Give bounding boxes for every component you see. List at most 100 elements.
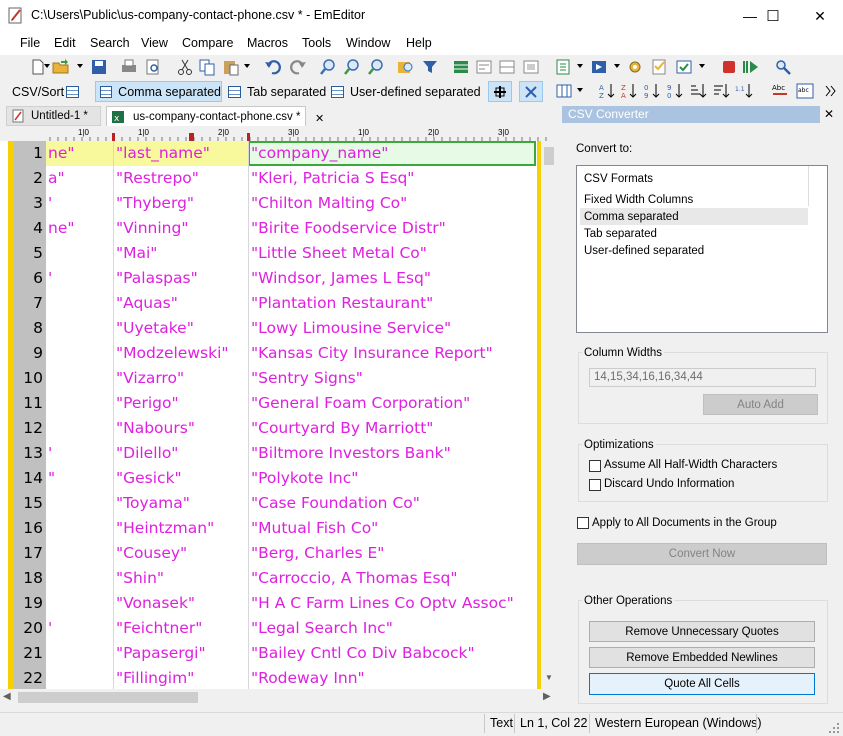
find-in-files-icon[interactable] <box>397 58 415 76</box>
apply-all-checkbox[interactable] <box>577 517 589 529</box>
csv-grid-icon[interactable] <box>452 58 470 76</box>
cell-company-name[interactable]: "Rodeway Inn" <box>251 669 365 687</box>
cut-icon[interactable] <box>176 58 194 76</box>
horizontal-scroll-thumb[interactable] <box>18 692 198 703</box>
user-defined-separated-button[interactable]: User-defined separated <box>331 81 481 102</box>
cell-last-name[interactable]: "Restrepo" <box>116 169 199 187</box>
copy-icon[interactable] <box>198 58 216 76</box>
cell-company-name[interactable]: "Birite Foodservice Distr" <box>251 219 446 237</box>
cell-last-name[interactable]: "Fillingim" <box>116 669 194 687</box>
menu-file[interactable]: File <box>20 36 40 50</box>
cell-last-name[interactable]: "Aquas" <box>116 294 178 312</box>
find-icon[interactable] <box>319 58 337 76</box>
checkbox-options-icon[interactable] <box>675 58 693 76</box>
sort-ip-icon[interactable]: 1.1 <box>735 82 753 100</box>
cell-first-name[interactable]: ' <box>48 194 52 212</box>
undo-icon[interactable] <box>264 58 282 76</box>
cell-company-name[interactable]: "Berg, Charles E" <box>251 544 384 562</box>
cell-last-name[interactable]: "Gesick" <box>116 469 182 487</box>
macros-icon[interactable] <box>590 58 608 76</box>
cell-first-name[interactable]: a" <box>48 169 65 187</box>
cell-first-name[interactable]: " <box>48 469 55 487</box>
tab-untitled-1[interactable]: Untitled-1 * <box>6 106 101 126</box>
column-widths-input[interactable]: 14,15,34,16,16,34,44 <box>589 368 816 387</box>
cell-company-name[interactable]: "Chilton Malting Co" <box>251 194 407 212</box>
convert-now-button[interactable]: Convert Now <box>577 543 827 565</box>
menu-window[interactable]: Window <box>346 36 390 50</box>
open-dropdown-icon[interactable] <box>77 64 83 68</box>
cell-company-name[interactable]: "Carroccio, A Thomas Esq" <box>251 569 458 587</box>
plugins-icon[interactable] <box>554 58 572 76</box>
menu-view[interactable]: View <box>141 36 168 50</box>
format-item[interactable]: User-defined separated <box>584 245 704 257</box>
cell-last-name[interactable]: "Toyama" <box>116 494 190 512</box>
cell-last-name[interactable]: "Thyberg" <box>116 194 194 212</box>
panel-close-icon[interactable]: ✕ <box>824 107 834 121</box>
scroll-right-icon[interactable]: ▶ <box>543 691 551 702</box>
sort-numeric-ascending-icon[interactable]: 09 <box>643 82 661 100</box>
auto-add-button[interactable]: Auto Add <box>703 394 818 415</box>
cell-last-name[interactable]: "Feichtner" <box>116 619 202 637</box>
print-preview-icon[interactable] <box>144 58 162 76</box>
assume-half-width-checkbox[interactable] <box>589 460 601 472</box>
comma-separated-button[interactable]: Comma separated <box>95 81 222 102</box>
cell-first-name[interactable]: ' <box>48 619 52 637</box>
sort-length-ascending-icon[interactable] <box>689 82 707 100</box>
cell-last-name[interactable]: "Cousey" <box>116 544 187 562</box>
properties-icon[interactable] <box>650 58 668 76</box>
macros-dropdown-icon[interactable] <box>614 64 620 68</box>
cell-first-name[interactable]: ' <box>48 269 52 287</box>
status-encoding[interactable]: Western European (Windows) <box>595 716 762 730</box>
status-mode[interactable]: Text <box>490 716 513 730</box>
new-dropdown-icon[interactable] <box>44 64 50 68</box>
window-split-icon[interactable] <box>498 58 516 76</box>
cell-company-name[interactable]: "company_name" <box>251 144 388 162</box>
paste-dropdown-icon[interactable] <box>244 64 250 68</box>
tools-icon[interactable] <box>774 58 792 76</box>
maximize-button[interactable]: ☐ <box>750 0 796 32</box>
menu-macros[interactable]: Macros <box>247 36 288 50</box>
print-icon[interactable] <box>120 58 138 76</box>
close-button[interactable]: ✕ <box>797 0 843 32</box>
cell-last-name[interactable]: "Vinning" <box>116 219 188 237</box>
sort-descending-icon[interactable]: ZA <box>620 82 638 100</box>
cell-first-name[interactable]: ne" <box>48 219 75 237</box>
save-icon[interactable] <box>90 58 108 76</box>
character-code-icon[interactable]: abc <box>796 82 814 100</box>
cell-company-name[interactable]: "H A C Farm Lines Co Optv Assoc" <box>251 594 514 612</box>
cell-first-name[interactable]: ne" <box>48 144 75 162</box>
menu-tools[interactable]: Tools <box>302 36 331 50</box>
cell-last-name[interactable]: "Vizarro" <box>116 369 184 387</box>
menu-search[interactable]: Search <box>90 36 130 50</box>
csv-mode-button[interactable] <box>66 81 85 102</box>
cell-company-name[interactable]: "Bailey Cntl Co Div Babcock" <box>251 644 475 662</box>
sort-ascending-icon[interactable]: AZ <box>598 82 616 100</box>
options-dropdown-icon[interactable] <box>699 64 705 68</box>
csv-converter-toggle[interactable] <box>488 81 512 102</box>
cell-company-name[interactable]: "Sentry Signs" <box>251 369 363 387</box>
cell-last-name[interactable]: "Palaspas" <box>116 269 198 287</box>
plugins-dropdown-icon[interactable] <box>577 64 583 68</box>
toolbar-overflow-icon[interactable] <box>821 82 839 100</box>
tab-close-icon[interactable]: ✕ <box>315 112 324 125</box>
cell-last-name[interactable]: "Shin" <box>116 569 164 587</box>
resize-grip-icon[interactable] <box>828 722 840 734</box>
cell-last-name[interactable]: "Papasergi" <box>116 644 206 662</box>
remove-quotes-button[interactable]: Remove Unnecessary Quotes <box>589 621 815 642</box>
cell-last-name[interactable]: "Vonasek" <box>116 594 195 612</box>
sort-length-descending-icon[interactable] <box>712 82 730 100</box>
vertical-scroll-thumb[interactable] <box>544 147 554 165</box>
quote-all-cells-button[interactable]: Quote All Cells <box>589 673 815 695</box>
cell-last-name[interactable]: "Mai" <box>116 244 157 262</box>
cell-last-name[interactable]: "Nabours" <box>116 419 195 437</box>
cell-last-name[interactable]: "Heintzman" <box>116 519 214 537</box>
paste-icon[interactable] <box>222 58 240 76</box>
word-wrap-icon[interactable] <box>475 58 493 76</box>
full-screen-icon[interactable] <box>522 58 540 76</box>
redo-icon[interactable] <box>289 58 307 76</box>
horizontal-scrollbar[interactable]: ◀ ▶ <box>0 689 556 706</box>
find-previous-icon[interactable] <box>367 58 385 76</box>
open-folder-icon[interactable] <box>52 58 70 76</box>
find-next-icon[interactable] <box>343 58 361 76</box>
cell-company-name[interactable]: "General Foam Corporation" <box>251 394 470 412</box>
